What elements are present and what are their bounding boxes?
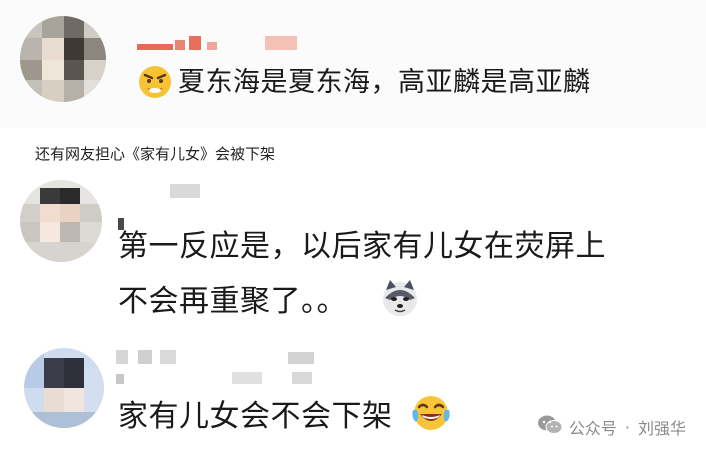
blurred-username: [118, 184, 200, 230]
blurred-username: [116, 350, 314, 384]
watermark: 公众号 · 刘强华: [537, 414, 686, 440]
avatar[interactable]: [20, 180, 102, 262]
comment-card-2: 第一反应是，以后家有儿女在荧屏上 不会再重聚了。。: [0, 166, 706, 338]
comment-text-line-2: 不会再重聚了。。: [118, 284, 347, 319]
angry-face-icon: [137, 64, 173, 104]
comment-text-line-1: 第一反应是，以后家有儿女在荧屏上: [118, 229, 606, 264]
pixelated-avatar-image: [24, 348, 104, 428]
pixelated-avatar-image: [20, 16, 106, 102]
blurred-username: [137, 36, 297, 50]
watermark-prefix: 公众号: [568, 419, 617, 438]
avatar[interactable]: [20, 16, 106, 102]
comment-text: 家有儿女会不会下架: [118, 399, 393, 434]
doge-icon: [380, 278, 420, 322]
comment-text: 夏东海是夏东海，高亚麟是高亚麟: [178, 67, 591, 98]
avatar[interactable]: [24, 348, 104, 428]
watermark-separator: ·: [624, 417, 630, 437]
caption: 还有网友担心《家有儿女》会被下架: [35, 145, 276, 163]
crying-laughing-icon: [410, 392, 452, 438]
comment-card-1: 夏东海是夏东海，高亚麟是高亚麟: [0, 0, 706, 128]
wechat-icon: [537, 414, 563, 440]
pixelated-avatar-image: [20, 180, 102, 262]
watermark-name: 刘强华: [637, 419, 686, 438]
